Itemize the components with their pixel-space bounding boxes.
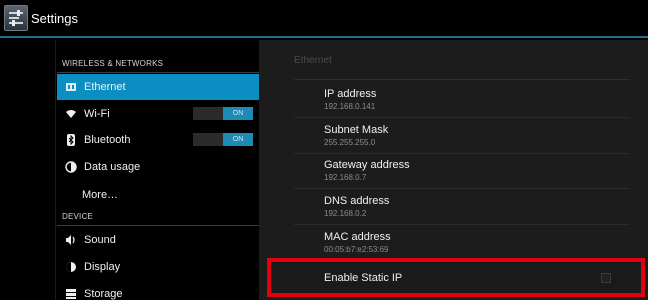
sidebar-item-label: Data usage bbox=[84, 161, 141, 173]
row-divider bbox=[294, 224, 630, 225]
sidebar-item-label: Sound bbox=[84, 234, 116, 246]
pref-value: 00:05:b7:e2:53:69 bbox=[324, 245, 389, 254]
row-divider bbox=[294, 153, 630, 154]
sidebar-item-wifi[interactable]: Wi-Fi ON bbox=[57, 101, 259, 127]
pref-value: 255.255.255.0 bbox=[324, 138, 376, 147]
page-title: Settings bbox=[31, 11, 78, 26]
wifi-toggle[interactable]: ON bbox=[193, 107, 253, 120]
ethernet-icon bbox=[65, 81, 77, 93]
sidebar-item-storage[interactable]: Storage bbox=[57, 281, 259, 300]
enable-static-ip-checkbox[interactable] bbox=[601, 273, 611, 283]
settings-sidebar: WIRELESS & NETWORKS Ethernet Wi-Fi ON Bl… bbox=[0, 40, 259, 300]
row-divider bbox=[294, 117, 630, 118]
pref-title: Subnet Mask bbox=[324, 124, 389, 136]
sidebar-item-bluetooth[interactable]: Bluetooth ON bbox=[57, 127, 259, 153]
pref-value: 192.168.0.7 bbox=[324, 173, 367, 182]
sidebar-item-label: Display bbox=[84, 261, 121, 273]
sidebar-item-sound[interactable]: Sound bbox=[57, 227, 259, 253]
bluetooth-icon bbox=[65, 134, 77, 146]
sidebar-item-label: Wi-Fi bbox=[84, 108, 110, 120]
pane-title-divider bbox=[294, 79, 630, 80]
pref-title: Gateway address bbox=[324, 159, 410, 171]
toggle-state: ON bbox=[223, 107, 253, 120]
pref-title: MAC address bbox=[324, 231, 391, 243]
bluetooth-toggle[interactable]: ON bbox=[193, 133, 253, 146]
sidebar-item-label: Bluetooth bbox=[84, 134, 131, 146]
pref-value: 192.168.0.2 bbox=[324, 209, 367, 218]
sidebar-item-data-usage[interactable]: Data usage bbox=[57, 154, 259, 180]
enable-static-ip-row[interactable]: Enable Static IP bbox=[267, 258, 645, 297]
enable-static-ip-label: Enable Static IP bbox=[324, 272, 403, 284]
pane-title: Ethernet bbox=[294, 55, 332, 66]
section-header-device: DEVICE bbox=[62, 212, 93, 221]
pref-title: DNS address bbox=[324, 195, 390, 207]
sidebar-item-ethernet[interactable]: Ethernet bbox=[57, 74, 259, 100]
sidebar-item-label: Storage bbox=[84, 288, 123, 300]
sidebar-item-label: Ethernet bbox=[84, 81, 126, 93]
section-divider bbox=[57, 225, 259, 226]
pref-title: IP address bbox=[324, 88, 377, 100]
display-icon bbox=[65, 261, 77, 273]
data-usage-icon bbox=[65, 161, 77, 173]
toggle-state: ON bbox=[223, 133, 253, 146]
sidebar-divider bbox=[55, 40, 56, 300]
sidebar-item-more[interactable]: More… bbox=[57, 182, 259, 208]
settings-icon[interactable] bbox=[4, 5, 28, 31]
pref-value: 192.168.0.141 bbox=[324, 102, 376, 111]
wifi-icon bbox=[65, 108, 77, 120]
sidebar-item-display[interactable]: Display bbox=[57, 254, 259, 280]
section-header-wireless: WIRELESS & NETWORKS bbox=[62, 59, 164, 68]
sound-icon bbox=[65, 234, 77, 246]
section-divider bbox=[57, 72, 259, 73]
storage-icon bbox=[65, 288, 77, 300]
title-bar: Settings bbox=[0, 0, 648, 38]
sidebar-item-label: More… bbox=[82, 189, 119, 201]
ethernet-detail-pane: Ethernet IP address 192.168.0.141 Subnet… bbox=[259, 40, 648, 300]
row-divider bbox=[294, 188, 630, 189]
